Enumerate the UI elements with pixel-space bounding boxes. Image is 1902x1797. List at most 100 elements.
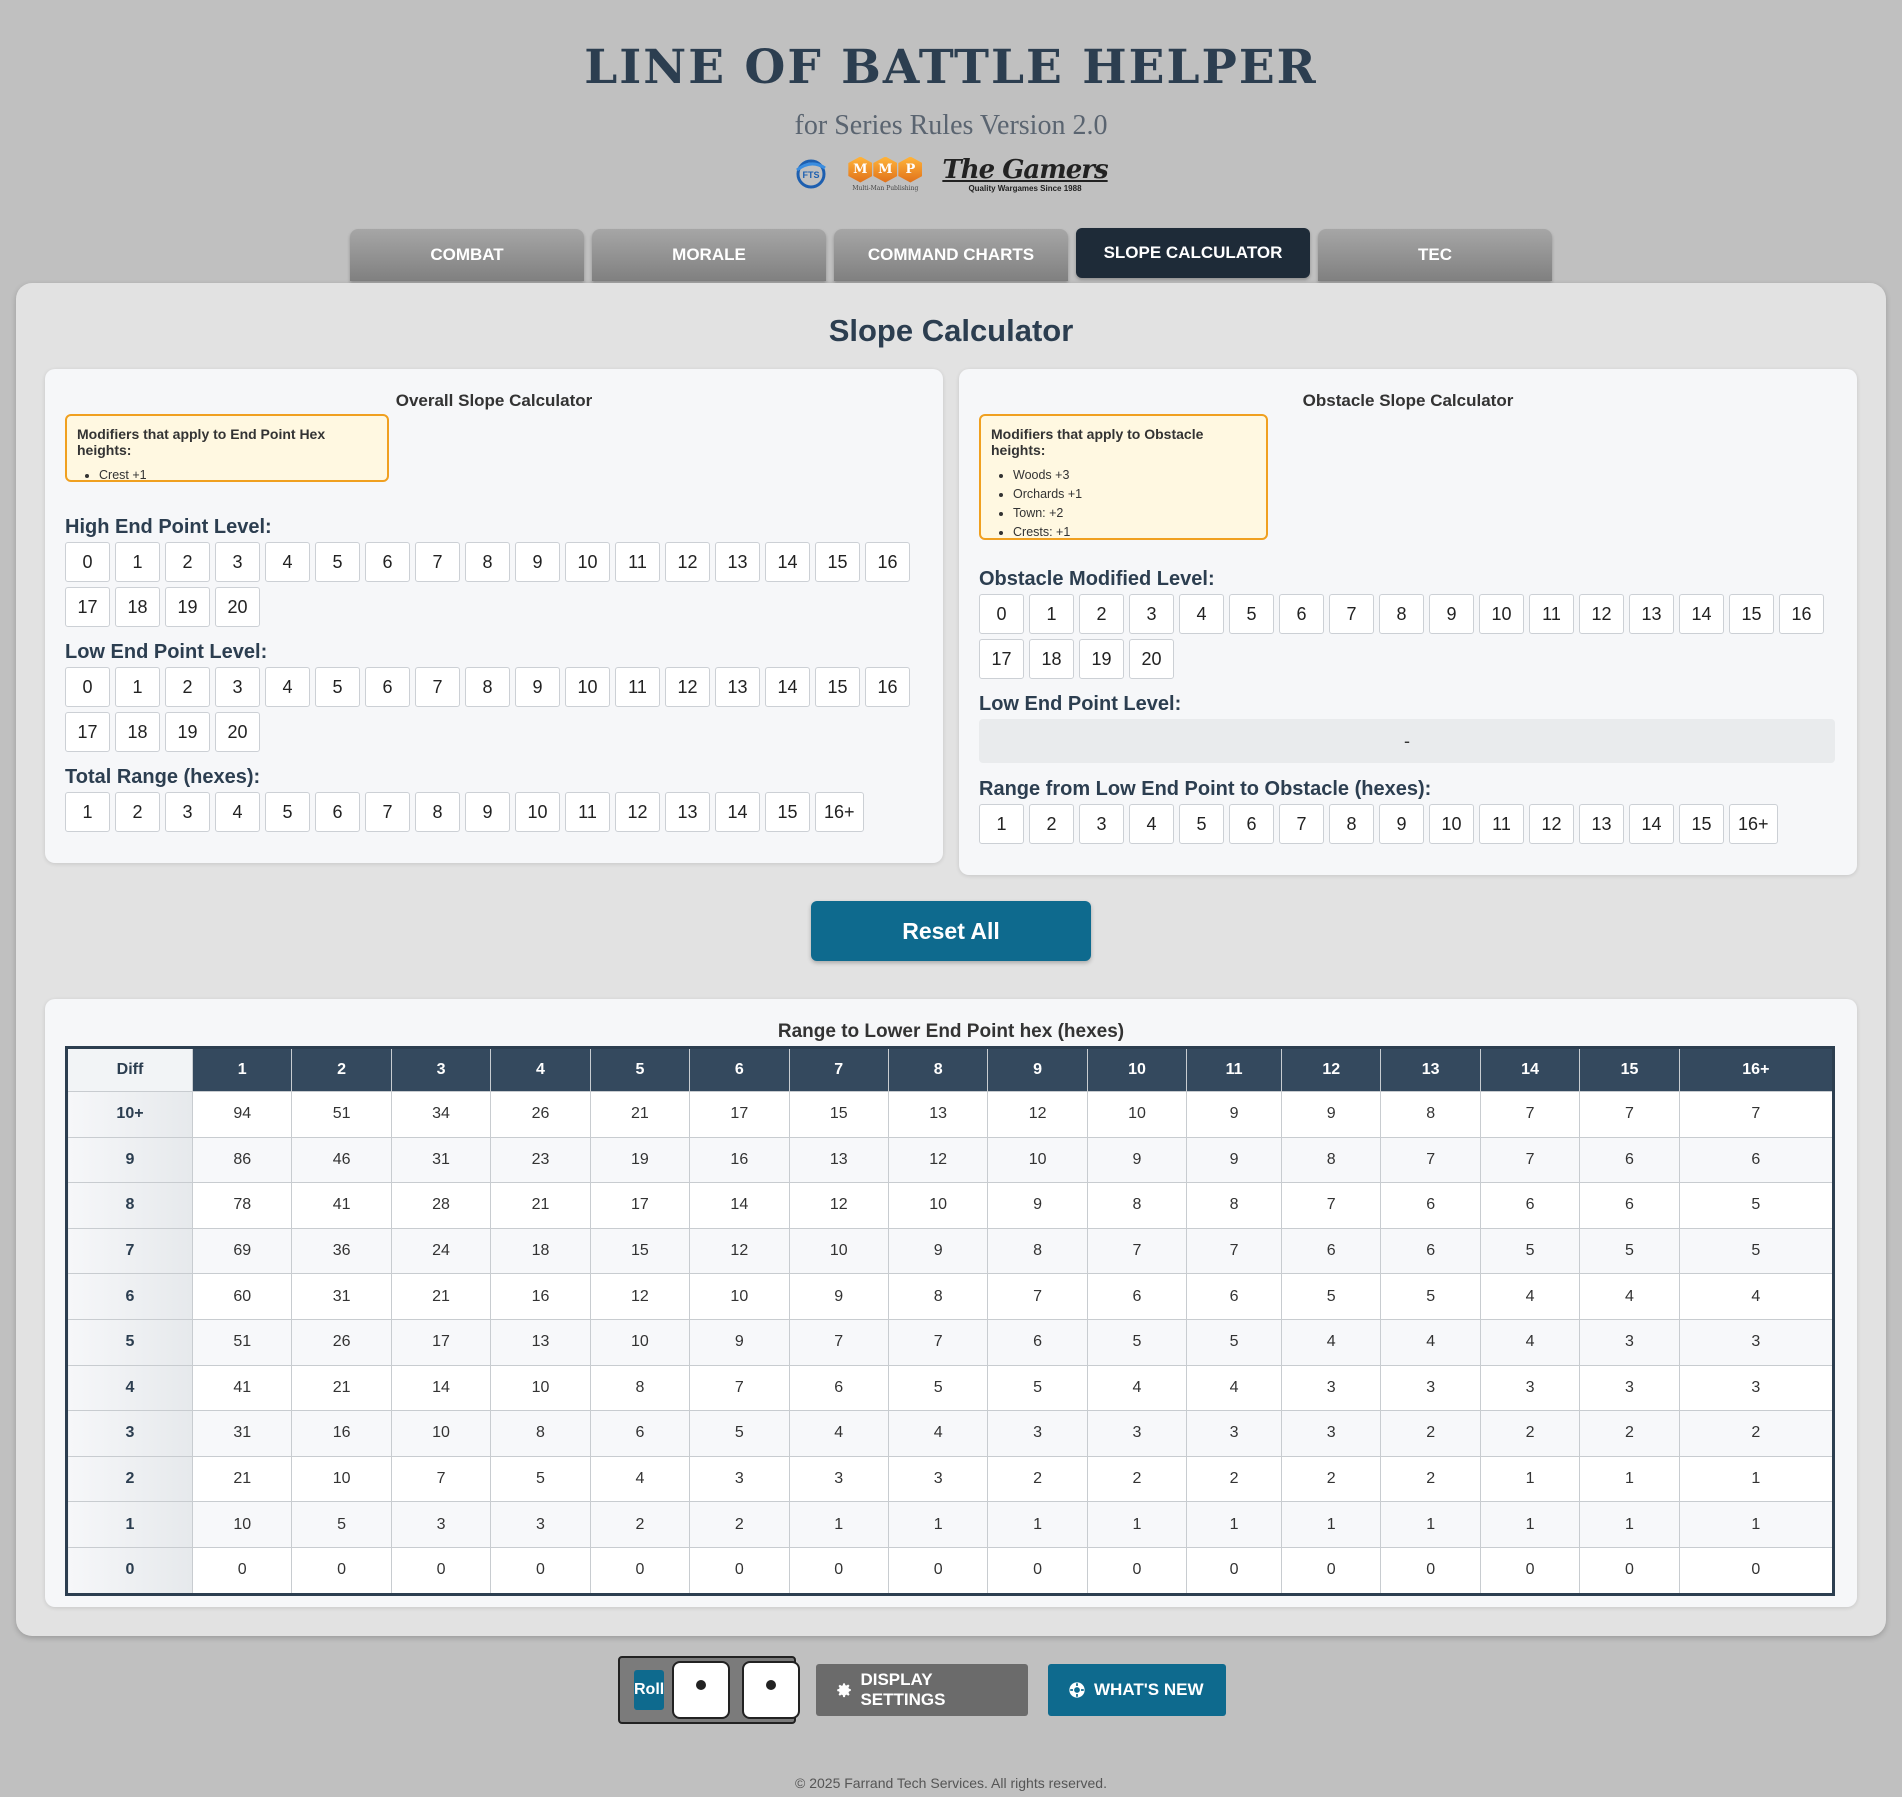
low-level-button[interactable]: 11 xyxy=(615,667,660,707)
display-settings-button[interactable]: DISPLAY SETTINGS xyxy=(816,1664,1028,1716)
high-level-button[interactable]: 5 xyxy=(315,542,360,582)
total-range-button[interactable]: 9 xyxy=(465,792,510,832)
obstacle-range-button[interactable]: 14 xyxy=(1629,804,1674,844)
total-range-button[interactable]: 6 xyxy=(315,792,360,832)
total-range-button[interactable]: 13 xyxy=(665,792,710,832)
low-level-button[interactable]: 8 xyxy=(465,667,510,707)
obstacle-level-button[interactable]: 5 xyxy=(1229,594,1274,634)
obstacle-range-button[interactable]: 13 xyxy=(1579,804,1624,844)
obstacle-level-button[interactable]: 11 xyxy=(1529,594,1574,634)
low-level-button[interactable]: 17 xyxy=(65,712,110,752)
low-level-button[interactable]: 6 xyxy=(365,667,410,707)
total-range-button[interactable]: 8 xyxy=(415,792,460,832)
high-level-button[interactable]: 10 xyxy=(565,542,610,582)
obstacle-range-button[interactable]: 5 xyxy=(1179,804,1224,844)
obstacle-level-button[interactable]: 13 xyxy=(1629,594,1674,634)
high-level-button[interactable]: 14 xyxy=(765,542,810,582)
low-level-button[interactable]: 1 xyxy=(115,667,160,707)
obstacle-range-button[interactable]: 4 xyxy=(1129,804,1174,844)
total-range-button[interactable]: 10 xyxy=(515,792,560,832)
total-range-button[interactable]: 4 xyxy=(215,792,260,832)
reset-all-button[interactable]: Reset All xyxy=(811,901,1091,961)
obstacle-level-button[interactable]: 8 xyxy=(1379,594,1424,634)
tab-command-charts[interactable]: COMMAND CHARTS xyxy=(834,229,1068,281)
total-range-button[interactable]: 5 xyxy=(265,792,310,832)
obstacle-range-button[interactable]: 7 xyxy=(1279,804,1324,844)
low-level-button[interactable]: 5 xyxy=(315,667,360,707)
high-level-button[interactable]: 4 xyxy=(265,542,310,582)
obstacle-level-button[interactable]: 9 xyxy=(1429,594,1474,634)
obstacle-level-button[interactable]: 14 xyxy=(1679,594,1724,634)
obstacle-level-button[interactable]: 12 xyxy=(1579,594,1624,634)
low-level-button[interactable]: 4 xyxy=(265,667,310,707)
low-level-button[interactable]: 20 xyxy=(215,712,260,752)
high-level-button[interactable]: 3 xyxy=(215,542,260,582)
high-level-button[interactable]: 17 xyxy=(65,587,110,627)
high-level-button[interactable]: 16 xyxy=(865,542,910,582)
obstacle-level-button[interactable]: 19 xyxy=(1079,639,1124,679)
low-level-button[interactable]: 3 xyxy=(215,667,260,707)
high-level-button[interactable]: 20 xyxy=(215,587,260,627)
high-level-button[interactable]: 18 xyxy=(115,587,160,627)
obstacle-range-button[interactable]: 1 xyxy=(979,804,1024,844)
obstacle-range-button[interactable]: 8 xyxy=(1329,804,1374,844)
obstacle-range-button[interactable]: 3 xyxy=(1079,804,1124,844)
obstacle-level-button[interactable]: 16 xyxy=(1779,594,1824,634)
tab-combat[interactable]: COMBAT xyxy=(350,229,584,281)
high-level-button[interactable]: 1 xyxy=(115,542,160,582)
high-level-button[interactable]: 0 xyxy=(65,542,110,582)
obstacle-level-button[interactable]: 15 xyxy=(1729,594,1774,634)
low-level-button[interactable]: 16 xyxy=(865,667,910,707)
whats-new-button[interactable]: WHAT'S NEW xyxy=(1048,1664,1226,1716)
obstacle-level-button[interactable]: 18 xyxy=(1029,639,1074,679)
obstacle-range-button[interactable]: 2 xyxy=(1029,804,1074,844)
obstacle-range-button[interactable]: 11 xyxy=(1479,804,1524,844)
high-level-button[interactable]: 7 xyxy=(415,542,460,582)
high-level-button[interactable]: 8 xyxy=(465,542,510,582)
low-level-button[interactable]: 14 xyxy=(765,667,810,707)
low-level-button[interactable]: 10 xyxy=(565,667,610,707)
total-range-button[interactable]: 2 xyxy=(115,792,160,832)
obstacle-level-button[interactable]: 6 xyxy=(1279,594,1324,634)
low-level-button[interactable]: 13 xyxy=(715,667,760,707)
obstacle-level-button[interactable]: 2 xyxy=(1079,594,1124,634)
high-level-button[interactable]: 13 xyxy=(715,542,760,582)
obstacle-range-button[interactable]: 9 xyxy=(1379,804,1424,844)
low-level-button[interactable]: 12 xyxy=(665,667,710,707)
roll-button[interactable]: Roll xyxy=(634,1670,665,1710)
high-level-button[interactable]: 12 xyxy=(665,542,710,582)
obstacle-level-button[interactable]: 0 xyxy=(979,594,1024,634)
obstacle-level-button[interactable]: 4 xyxy=(1179,594,1224,634)
obstacle-level-button[interactable]: 1 xyxy=(1029,594,1074,634)
low-level-button[interactable]: 9 xyxy=(515,667,560,707)
high-level-button[interactable]: 19 xyxy=(165,587,210,627)
obstacle-level-button[interactable]: 20 xyxy=(1129,639,1174,679)
obstacle-level-button[interactable]: 10 xyxy=(1479,594,1524,634)
total-range-button[interactable]: 3 xyxy=(165,792,210,832)
obstacle-level-button[interactable]: 7 xyxy=(1329,594,1374,634)
total-range-button[interactable]: 11 xyxy=(565,792,610,832)
total-range-button[interactable]: 1 xyxy=(65,792,110,832)
total-range-button[interactable]: 7 xyxy=(365,792,410,832)
total-range-button[interactable]: 12 xyxy=(615,792,660,832)
obstacle-range-button[interactable]: 16+ xyxy=(1729,804,1778,844)
low-level-button[interactable]: 7 xyxy=(415,667,460,707)
low-level-button[interactable]: 0 xyxy=(65,667,110,707)
high-level-button[interactable]: 6 xyxy=(365,542,410,582)
total-range-button[interactable]: 16+ xyxy=(815,792,864,832)
obstacle-range-button[interactable]: 10 xyxy=(1429,804,1474,844)
high-level-button[interactable]: 2 xyxy=(165,542,210,582)
obstacle-level-button[interactable]: 17 xyxy=(979,639,1024,679)
obstacle-level-button[interactable]: 3 xyxy=(1129,594,1174,634)
obstacle-range-button[interactable]: 15 xyxy=(1679,804,1724,844)
obstacle-range-button[interactable]: 12 xyxy=(1529,804,1574,844)
tab-tec[interactable]: TEC xyxy=(1318,229,1552,281)
obstacle-range-button[interactable]: 6 xyxy=(1229,804,1274,844)
low-level-button[interactable]: 2 xyxy=(165,667,210,707)
tab-slope-calculator[interactable]: SLOPE CALCULATOR xyxy=(1076,228,1310,278)
high-level-button[interactable]: 11 xyxy=(615,542,660,582)
low-level-button[interactable]: 15 xyxy=(815,667,860,707)
tab-morale[interactable]: MORALE xyxy=(592,229,826,281)
total-range-button[interactable]: 15 xyxy=(765,792,810,832)
total-range-button[interactable]: 14 xyxy=(715,792,760,832)
